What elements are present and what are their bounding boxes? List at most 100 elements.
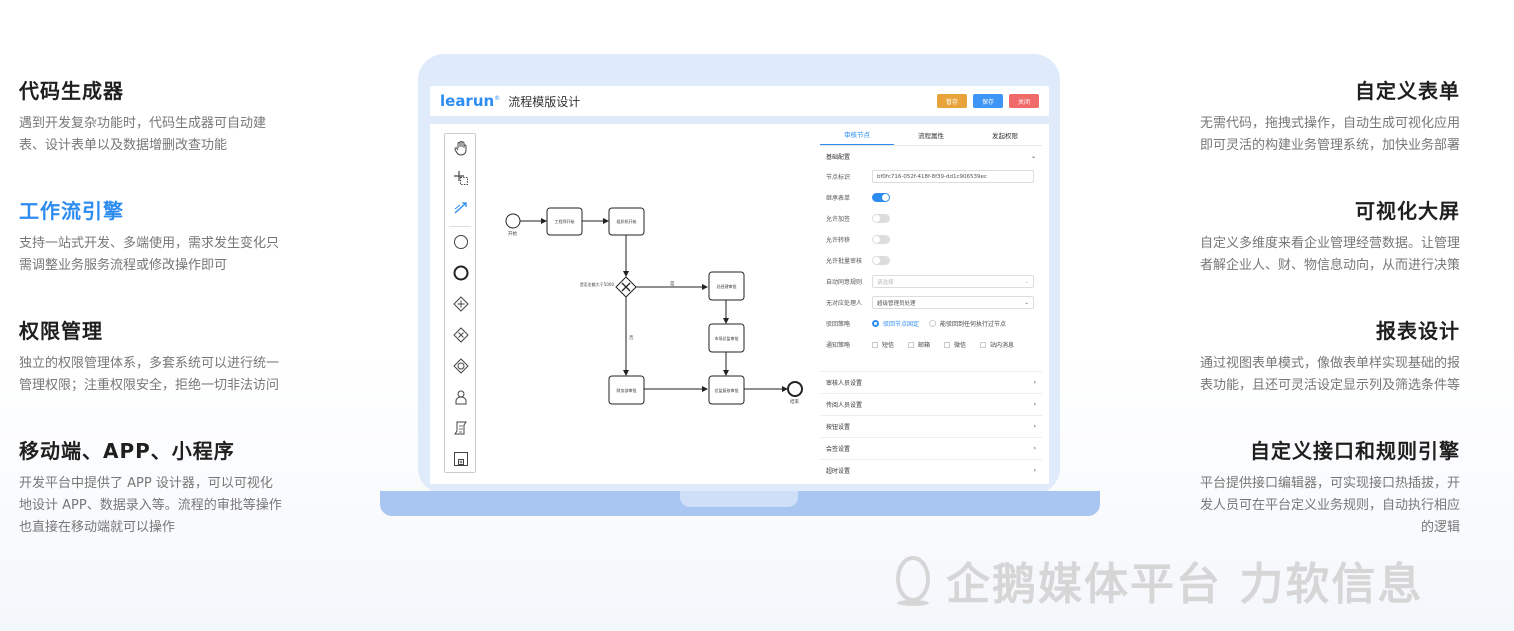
page-title: 流程模版设计 (508, 94, 581, 109)
feature-desc: 支持一站式开发、多端使用，需求发生变化只 需调整业务服务流程或修改操作即可 (19, 236, 280, 273)
switch-row: 继承表单 (820, 187, 1042, 208)
penguin-icon (896, 556, 930, 606)
switch-row: 允许批量审核 (820, 250, 1042, 271)
svg-text:组织机开始: 组织机开始 (617, 218, 637, 224)
flow-node[interactable]: 组织机开始 (608, 207, 645, 236)
node-id-row: 节点标识 bf0fc716-052f-418f-8f39-dd1c906539e… (820, 166, 1042, 187)
feature-workflow-engine[interactable]: 工作流引擎 支持一站式开发、多端使用，需求发生变化只 需调整业务服务流程或修改操作… (19, 197, 319, 277)
gateway-label: 是否金额大于5000 (580, 281, 615, 287)
flow-node[interactable]: 总监复核审批 (708, 375, 745, 405)
connect-tool-icon[interactable] (453, 200, 469, 216)
feature-interface-rules: 自定义接口和规则引擎 平台提供接口编辑器，可实现接口热插拔，开 发人员可在平台定义… (1160, 437, 1460, 539)
learun-logo: learun® (440, 92, 501, 110)
designer-toolbox (444, 133, 476, 473)
feature-permission: 权限管理 独立的权限管理体系，多套系统可以进行统一 管理权限；注重权限安全，拒绝一… (19, 317, 319, 397)
feature-title: 自定义表单 (1355, 79, 1460, 103)
flow-node[interactable]: 工程师开始 (546, 207, 583, 236)
switch-row: 允许加签 (820, 208, 1042, 229)
save-button[interactable]: 保存 (973, 94, 1003, 108)
allow-transfer-switch[interactable] (872, 235, 890, 244)
start-label: 开始 (508, 230, 517, 237)
svg-text:工程师开始: 工程师开始 (555, 218, 575, 224)
watermark: 企鹅媒体平台 力软信息 (890, 548, 1423, 612)
feature-desc: 遇到开发复杂功能时，代码生成器可自动建 表、设计表单以及数据增删改查功能 (19, 116, 267, 153)
chevron-down-icon: ⌄ (1024, 278, 1029, 285)
feature-custom-form: 自定义表单 无需代码，拖拽式操作，自动生成可视化应用 即可灵活的构建业务管理系统，… (1160, 77, 1460, 157)
feature-title: 权限管理 (19, 319, 103, 343)
flow-node[interactable]: 市场总监审批 (708, 323, 745, 353)
end-event[interactable] (787, 381, 803, 397)
draft-button[interactable]: 暂存 (937, 94, 967, 108)
flow-node[interactable]: 总经理审批 (708, 271, 745, 301)
no-handler-row: 无对应处理人 超级管理员处理 ⌄ (820, 292, 1042, 313)
feature-desc: 开发平台中提供了 APP 设计器，可以可视化 地设计 APP、数据录入等。流程的审… (19, 476, 282, 535)
feature-title: 自定义接口和规则引擎 (1250, 439, 1460, 463)
reject-any-radio[interactable]: 能驳回到任何执行过节点 (929, 319, 1006, 328)
flow-diagram: 开始 工程师开始 组织机开始 总经理审批 市场总监审批 财务部审批 总监复核审批… (505, 207, 803, 405)
feature-title[interactable]: 工作流引擎 (19, 197, 319, 225)
svg-text:总经理审批: 总经理审批 (717, 283, 737, 289)
exclusive-gateway[interactable] (615, 276, 637, 298)
exclusive-gateway-icon[interactable] (453, 327, 469, 343)
feature-mobile-app: 移动端、APP、小程序 开发平台中提供了 APP 设计器，可以可视化 地设计 AP… (19, 437, 319, 539)
yes-label: 是 (670, 281, 675, 287)
notify-site-checkbox[interactable]: 站内消息 (980, 340, 1014, 349)
chevron-right-icon: › (1033, 445, 1036, 452)
chevron-right-icon: › (1033, 401, 1036, 408)
feature-title: 代码生成器 (19, 79, 124, 103)
user-task-icon[interactable] (453, 389, 469, 405)
inherit-form-switch[interactable] (872, 193, 890, 202)
section-basic-config[interactable]: 基础配置 ⌄ (820, 146, 1042, 166)
feature-desc: 平台提供接口编辑器，可实现接口热插拔，开 发人员可在平台定义业务规则，自动执行相应… (1199, 476, 1460, 535)
node-id-input[interactable]: bf0fc716-052f-418f-8f39-dd1c906539ec (872, 170, 1034, 183)
feature-title: 报表设计 (1376, 319, 1460, 343)
feature-desc: 独立的权限管理体系，多套系统可以进行统一 管理权限；注重权限安全，拒绝一切非法访问 (19, 356, 280, 393)
end-event-icon[interactable] (453, 265, 469, 281)
notify-sms-checkbox[interactable]: 短信 (872, 340, 894, 349)
end-label: 结束 (790, 398, 799, 405)
svg-text:总监复核审批: 总监复核审批 (715, 387, 739, 393)
no-label: 否 (629, 335, 634, 341)
notify-email-checkbox[interactable]: 邮箱 (908, 340, 930, 349)
chevron-right-icon: › (1033, 379, 1036, 386)
switch-row: 允许转移 (820, 229, 1042, 250)
notify-wechat-checkbox[interactable]: 微信 (944, 340, 966, 349)
collapse-countersign[interactable]: 会签设置 › (820, 437, 1042, 459)
chevron-down-icon: ⌄ (1024, 299, 1029, 306)
svg-text:市场总监审批: 市场总监审批 (715, 335, 739, 341)
close-button[interactable]: 关闭 (1009, 94, 1039, 108)
start-event-icon[interactable] (453, 234, 469, 250)
allow-batch-audit-switch[interactable] (872, 256, 890, 265)
collapse-timeout[interactable]: 超时设置 › (820, 459, 1042, 481)
start-event[interactable] (505, 213, 521, 229)
inclusive-gateway-icon[interactable] (453, 358, 469, 374)
auto-rule-row: 自动同意规则 请选择 ⌄ (820, 271, 1042, 292)
feature-desc: 自定义多维度来看企业管理经营数据。让管理 者解企业人、财、物信息动向，从而进行决策 (1199, 236, 1460, 273)
parallel-gateway-icon[interactable] (453, 296, 469, 312)
collapse-circulate[interactable]: 传阅人员设置 › (820, 393, 1042, 415)
lasso-tool-icon[interactable] (453, 170, 469, 186)
feature-title: 可视化大屏 (1355, 199, 1460, 223)
tab-launch-permission[interactable]: 发起权限 (968, 124, 1042, 145)
subprocess-icon[interactable] (453, 451, 469, 467)
tab-audit-node[interactable]: 审核节点 (820, 124, 894, 145)
reject-strategy-row: 驳回策略 驳回节点固定 能驳回到任何执行过节点 (826, 319, 1007, 328)
properties-panel: 审核节点 流程属性 发起权限 基础配置 ⌄ 节点标识 bf0fc716-052f-… (820, 124, 1042, 484)
tab-flow-properties[interactable]: 流程属性 (894, 124, 968, 145)
feature-desc: 通过视图表单模式，像做表单样实现基础的报 表功能，且还可灵活设定显示列及筛选条件等 (1199, 356, 1460, 393)
laptop-notch (680, 491, 798, 507)
reject-fixed-radio[interactable]: 驳回节点固定 (872, 319, 919, 328)
no-handler-select[interactable]: 超级管理员处理 ⌄ (872, 296, 1034, 309)
chevron-down-icon: ⌄ (1030, 152, 1036, 160)
allow-add-sign-switch[interactable] (872, 214, 890, 223)
auto-rule-select[interactable]: 请选择 ⌄ (872, 275, 1034, 288)
app-header: learun® 流程模版设计 暂存 保存 关闭 (430, 86, 1049, 116)
script-task-icon[interactable] (453, 420, 469, 436)
hand-tool-icon[interactable] (453, 140, 469, 156)
flow-node[interactable]: 财务部审批 (608, 375, 645, 405)
chevron-right-icon: › (1033, 467, 1036, 474)
feature-code-generator: 代码生成器 遇到开发复杂功能时，代码生成器可自动建 表、设计表单以及数据增删改查功… (19, 77, 319, 157)
collapse-buttons[interactable]: 按钮设置 › (820, 415, 1042, 437)
collapse-auditors[interactable]: 审核人员设置 › (820, 371, 1042, 393)
feature-title: 移动端、APP、小程序 (19, 439, 235, 463)
